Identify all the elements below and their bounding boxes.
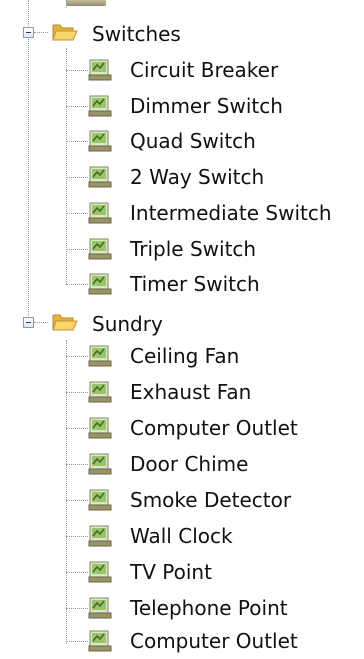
- tree-item[interactable]: Exhaust Fan: [0, 374, 364, 410]
- component-icon: [88, 238, 112, 260]
- connector-line: [66, 608, 88, 609]
- top-connector-line: [66, 0, 67, 8]
- connector-line: [66, 464, 88, 465]
- open-folder-icon: [52, 314, 78, 331]
- tree-item[interactable]: Door Chime: [0, 446, 364, 482]
- tree-item[interactable]: Smoke Detector: [0, 482, 364, 518]
- connector-line: [66, 356, 88, 357]
- connector-line: [66, 141, 88, 142]
- partial-item-icon: [66, 0, 106, 6]
- item-label: Intermediate Switch: [130, 201, 332, 225]
- tree-item[interactable]: Telephone Point: [0, 590, 364, 626]
- tree-item[interactable]: Timer Switch: [0, 266, 364, 302]
- item-label: TV Point: [130, 560, 212, 584]
- component-icon: [88, 453, 112, 475]
- connector-line: [66, 249, 88, 250]
- tree-item[interactable]: Dimmer Switch: [0, 88, 364, 124]
- connector-line: [66, 177, 88, 178]
- component-icon: [88, 273, 112, 295]
- component-icon: [88, 345, 112, 367]
- item-label: 2 Way Switch: [130, 165, 265, 189]
- component-icon: [88, 166, 112, 188]
- connector-line: [66, 70, 88, 71]
- component-icon: [88, 59, 112, 81]
- group-label-sundry: Sundry: [92, 312, 163, 336]
- collapse-toggle[interactable]: [23, 27, 34, 38]
- item-label: Telephone Point: [130, 596, 288, 620]
- tree-item[interactable]: Circuit Breaker: [0, 52, 364, 88]
- tree-node-switches[interactable]: Switches: [0, 16, 364, 52]
- component-icon: [88, 525, 112, 547]
- tree-item[interactable]: Wall Clock: [0, 518, 364, 554]
- tree-item[interactable]: TV Point: [0, 554, 364, 590]
- component-icon: [88, 597, 112, 619]
- item-label: Triple Switch: [130, 237, 257, 261]
- connector-line: [66, 392, 88, 393]
- item-label: Smoke Detector: [130, 488, 292, 512]
- connector-line: [66, 536, 88, 537]
- item-label: Wall Clock: [130, 524, 233, 548]
- item-label: Circuit Breaker: [130, 58, 279, 82]
- item-label: Door Chime: [130, 452, 249, 476]
- connector-line: [66, 641, 88, 642]
- collapse-toggle[interactable]: [23, 317, 34, 328]
- tree-item[interactable]: Ceiling Fan: [0, 338, 364, 374]
- component-icon: [88, 489, 112, 511]
- connector-line: [34, 32, 48, 33]
- connector-line: [66, 428, 88, 429]
- connector-line: [66, 213, 88, 214]
- item-label: Computer Outlet: [130, 629, 298, 653]
- component-icon: [88, 630, 112, 652]
- connector-line: [66, 572, 88, 573]
- item-label: Quad Switch: [130, 129, 256, 153]
- component-icon: [88, 95, 112, 117]
- connector-line: [66, 284, 88, 285]
- component-icon: [88, 202, 112, 224]
- component-icon: [88, 417, 112, 439]
- tree-item[interactable]: 2 Way Switch: [0, 159, 364, 195]
- item-label: Ceiling Fan: [130, 344, 240, 368]
- tree-item[interactable]: Triple Switch: [0, 231, 364, 267]
- item-label: Timer Switch: [130, 272, 260, 296]
- group-label-switches: Switches: [92, 22, 181, 46]
- connector-line: [66, 500, 88, 501]
- item-label: Dimmer Switch: [130, 94, 283, 118]
- tree-item[interactable]: Quad Switch: [0, 123, 364, 159]
- tree-view[interactable]: Switches Circuit Breaker Dimmer Switch Q…: [0, 0, 364, 659]
- item-label: Computer Outlet: [130, 416, 298, 440]
- tree-item[interactable]: Intermediate Switch: [0, 195, 364, 231]
- tree-node-sundry[interactable]: Sundry: [0, 306, 364, 342]
- component-icon: [88, 130, 112, 152]
- connector-line: [66, 106, 88, 107]
- tree-item[interactable]: Computer Outlet: [0, 623, 364, 659]
- tree-item[interactable]: Computer Outlet: [0, 410, 364, 446]
- connector-line: [34, 322, 48, 323]
- item-label: Exhaust Fan: [130, 380, 252, 404]
- open-folder-icon: [52, 24, 78, 41]
- component-icon: [88, 381, 112, 403]
- component-icon: [88, 561, 112, 583]
